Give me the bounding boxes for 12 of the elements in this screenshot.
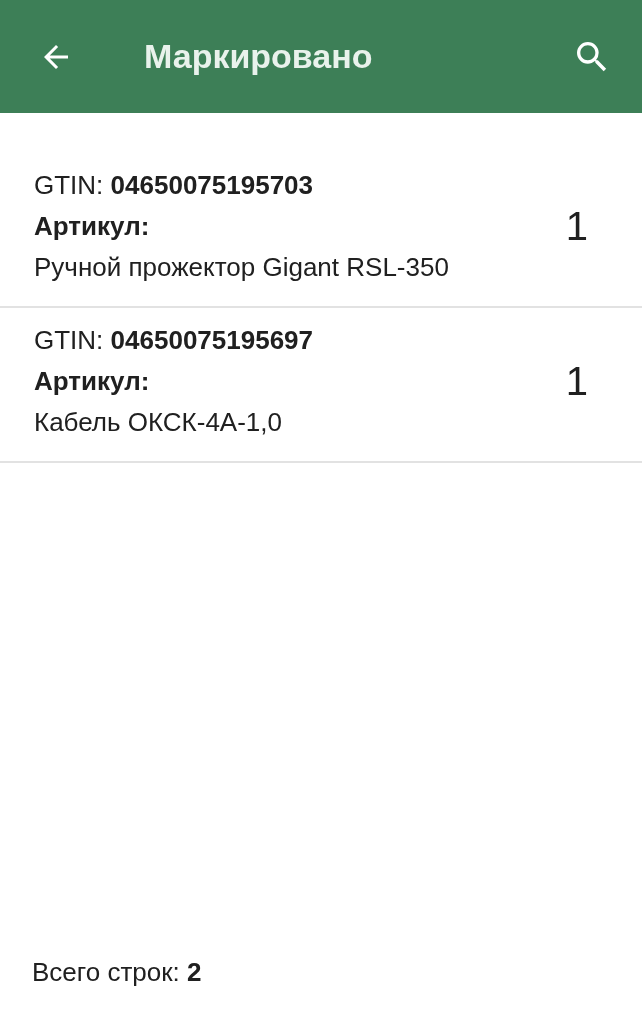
gtin-text: GTIN: 04650075195703	[34, 169, 315, 202]
quantity-text: 1	[564, 204, 589, 249]
product-name: Ручной прожектор Gigant RSL-350	[34, 251, 450, 284]
product-row[interactable]: GTIN: 04650075195703 Артикул: Ручной прожектор Gigant RSL-350 1	[0, 153, 642, 308]
article-label: Артикул:	[34, 365, 151, 398]
product-name: Кабель ОКСК-4А-1,0	[34, 406, 283, 439]
product-row[interactable]: GTIN: 04650075195697 Артикул: Кабель ОКСК-4А-1,0 1	[0, 308, 642, 463]
total-rows-text: Всего строк: 2	[31, 957, 203, 989]
gtin-text: GTIN: 04650075195697	[34, 324, 315, 357]
article-label: Артикул:	[34, 210, 151, 243]
screen-title: Маркировано	[144, 37, 374, 76]
quantity-text: 1	[564, 359, 589, 404]
